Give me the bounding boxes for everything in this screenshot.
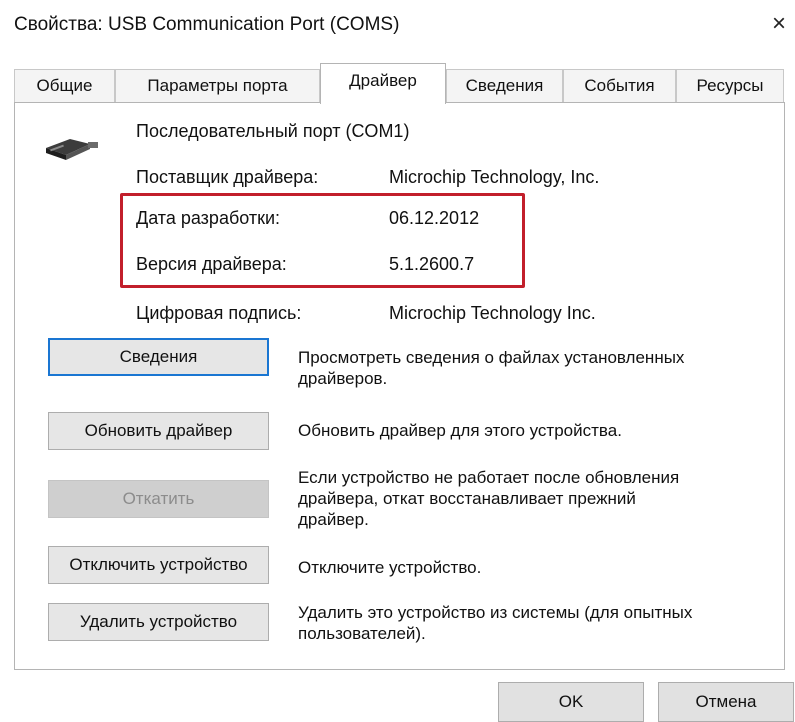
device-name: Последовательный порт (COM1) — [136, 121, 410, 141]
update-driver-description: Обновить драйвер для этого устройства. — [298, 421, 622, 440]
driver-provider-value: Microchip Technology, Inc. — [389, 167, 600, 187]
tab-events[interactable]: События — [563, 69, 676, 103]
roll-back-description: Если устройство не работает после обновл… — [298, 468, 680, 529]
ok-button[interactable]: OK — [498, 682, 644, 722]
disable-device-button[interactable]: Отключить устройство — [48, 546, 269, 584]
close-icon[interactable]: × — [772, 8, 795, 40]
properties-dialog: Свойства: USB Communication Port (COMS) … — [0, 0, 795, 722]
tab-bar: Общие Параметры порта Драйвер Сведения С… — [14, 63, 784, 104]
highlight-box — [120, 193, 525, 288]
digital-signer-value: Microchip Technology Inc. — [389, 303, 596, 323]
tab-details[interactable]: Сведения — [446, 69, 563, 103]
roll-back-driver-button[interactable]: Откатить — [48, 480, 269, 518]
disable-device-description: Отключите устройство. — [298, 558, 482, 577]
uninstall-device-button[interactable]: Удалить устройство — [48, 603, 269, 641]
uninstall-device-description: Удалить это устройство из системы (для о… — [298, 603, 693, 643]
tab-resources[interactable]: Ресурсы — [676, 69, 784, 103]
tab-port-settings[interactable]: Параметры порта — [115, 69, 320, 103]
driver-provider-label: Поставщик драйвера: — [136, 167, 319, 187]
tab-driver[interactable]: Драйвер — [320, 63, 446, 104]
update-driver-button[interactable]: Обновить драйвер — [48, 412, 269, 450]
window-title: Свойства: USB Communication Port (COMS) — [14, 14, 400, 35]
cancel-button[interactable]: Отмена — [658, 682, 794, 722]
serial-port-icon — [46, 139, 98, 160]
driver-details-button[interactable]: Сведения — [48, 338, 269, 376]
tab-general[interactable]: Общие — [14, 69, 115, 103]
digital-signer-label: Цифровая подпись: — [136, 303, 302, 323]
driver-details-description: Просмотреть сведения о файлах установлен… — [298, 348, 685, 388]
